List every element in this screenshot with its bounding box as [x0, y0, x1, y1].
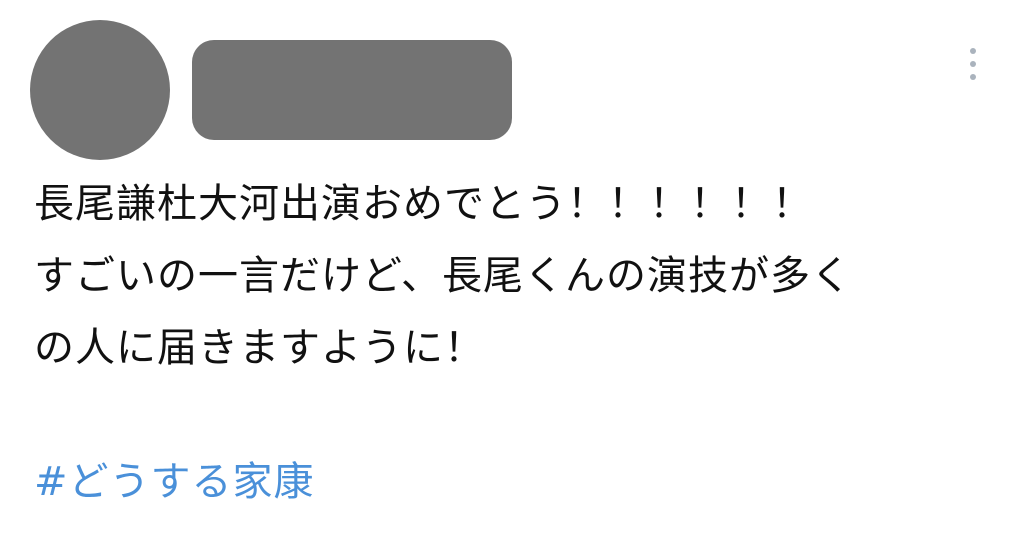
more-options-button[interactable]	[958, 44, 988, 84]
more-vertical-icon	[970, 48, 976, 54]
tweet-text-line: の人に届きますように！	[34, 325, 485, 371]
tweet-text-line: すごいの一言だけど、長尾くんの演技が多く	[34, 253, 852, 299]
tweet-text: 長尾謙杜大河出演おめでとう！！！！！！ すごいの一言だけど、長尾くんの演技が多く…	[34, 168, 994, 384]
hashtag-link[interactable]: #どうする家康	[34, 446, 315, 518]
avatar[interactable]	[30, 20, 170, 160]
tweet-text-line: 長尾謙杜大河出演おめでとう！！！！！！	[34, 181, 813, 227]
more-vertical-icon	[970, 61, 976, 67]
more-vertical-icon	[970, 74, 976, 80]
author-name-redacted[interactable]	[192, 40, 512, 140]
